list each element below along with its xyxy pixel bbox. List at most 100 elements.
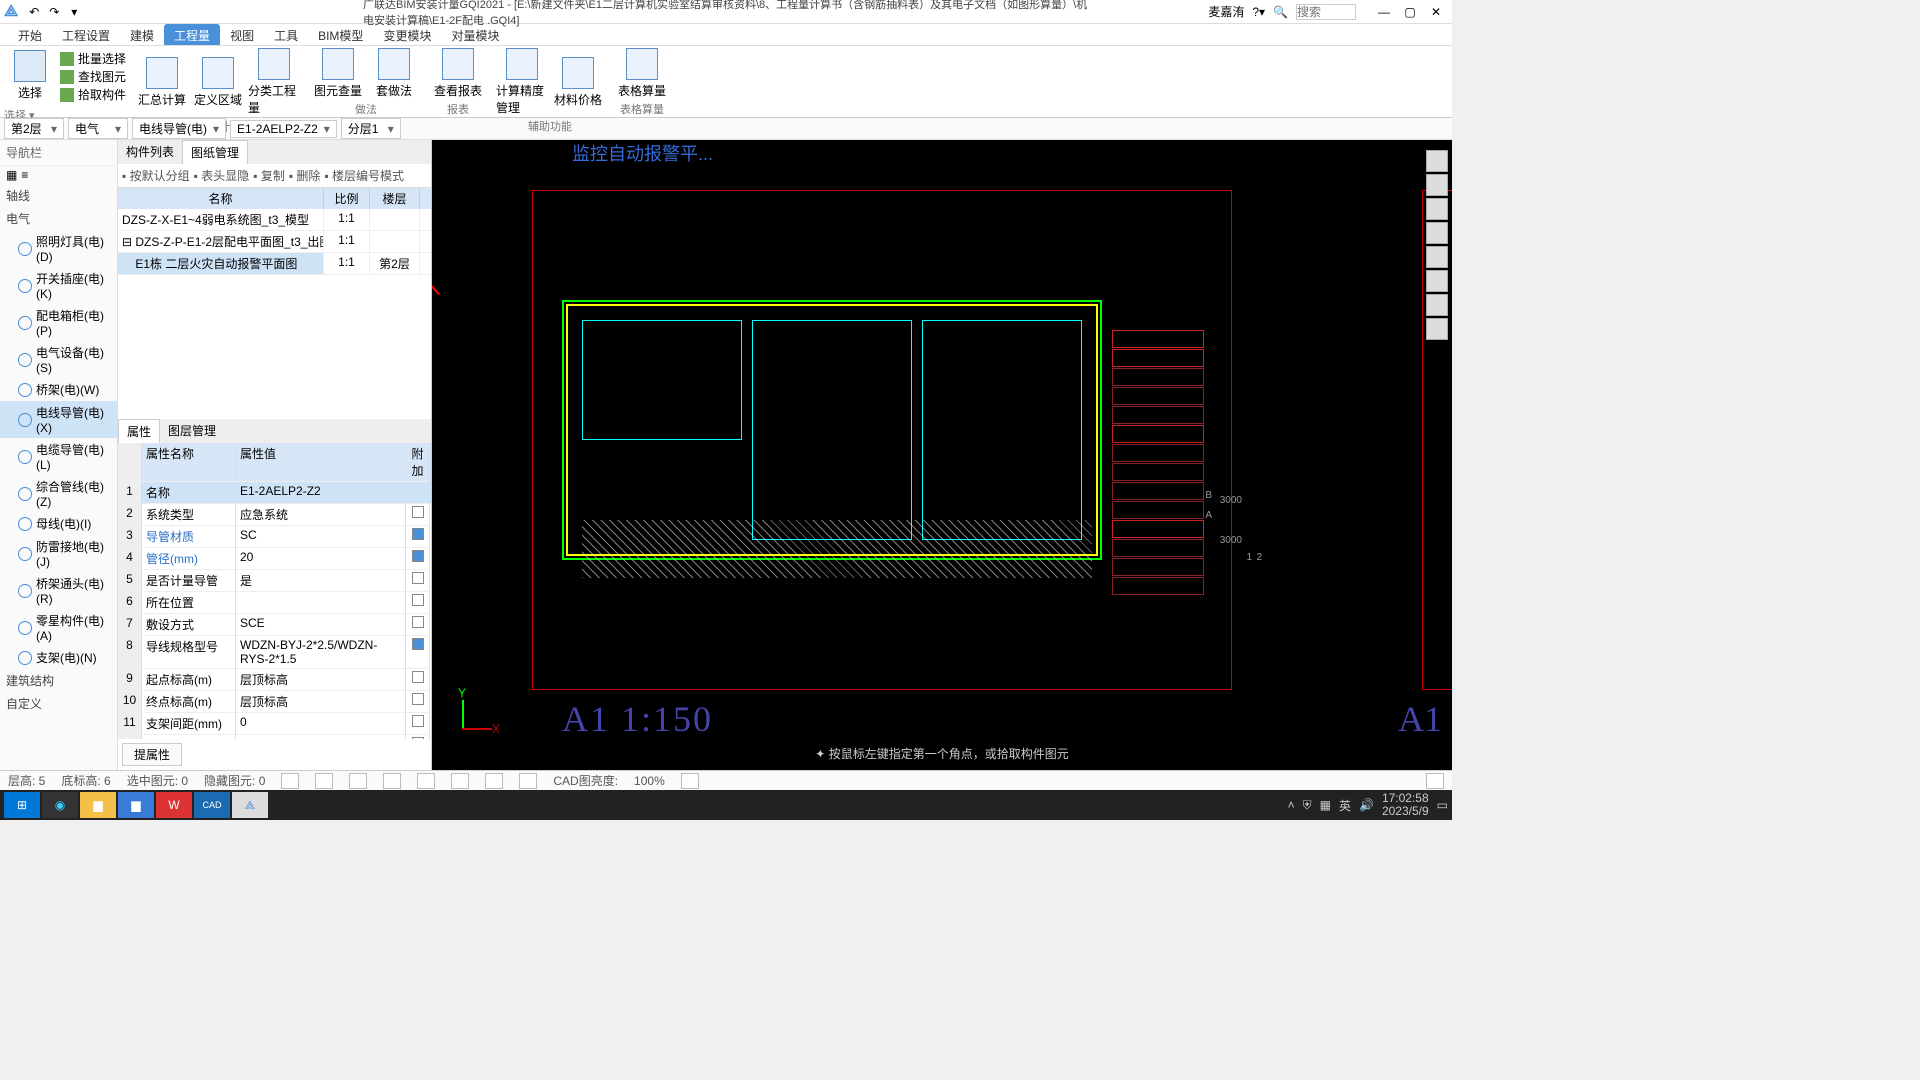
checkbox-icon[interactable] [412,671,424,683]
pick-element[interactable]: 拾取构件 [60,86,126,103]
status-tool-icon[interactable] [349,773,367,789]
status-tool-icon[interactable] [519,773,537,789]
property-row[interactable]: 12汇总信息电线导管(电) [118,735,431,739]
status-tool-icon[interactable] [281,773,299,789]
tab-model[interactable]: 建模 [120,24,164,45]
nav-tool2-icon[interactable]: ≡ [21,168,28,182]
cube-icon[interactable] [1426,150,1448,172]
drawing-row[interactable]: E1栋 二层火灾自动报警平面图1:1第2层 [118,253,431,275]
batch-select[interactable]: 批量选择 [60,50,126,67]
category-qty-button[interactable]: 分类工程量 [248,48,300,116]
find-element[interactable]: 查找图元 [60,68,126,85]
tray-notif-icon[interactable]: ▭ [1437,798,1448,812]
nav-item[interactable]: 配电箱柜(电)(P) [0,304,117,341]
search-input[interactable] [1296,4,1356,20]
report-button[interactable]: 查看报表 [432,48,484,99]
tab-project[interactable]: 工程设置 [52,24,120,45]
component-combo[interactable]: E1-2AELP2-Z2 [230,120,337,138]
gqi-icon[interactable]: ⟁ [232,792,268,818]
tray-ime-lang[interactable]: 英 [1339,797,1351,814]
nav-item[interactable]: 支架(电)(N) [0,646,117,669]
layer-combo[interactable]: 分层1 [341,118,401,139]
tray-clock[interactable]: 17:02:582023/5/9 [1382,792,1429,818]
qat-undo-icon[interactable]: ↶ [26,4,42,20]
tab-props[interactable]: 属性 [118,419,160,443]
nav-section-elec[interactable]: 电气 [0,207,117,230]
tray-vol-icon[interactable]: 🔊 [1359,798,1374,812]
nav-item[interactable]: 综合管线(电)(Z) [0,475,117,512]
nav-tool-icon[interactable]: ▦ [6,168,17,182]
property-row[interactable]: 4管径(mm)20 [118,548,431,570]
checkbox-icon[interactable] [412,594,424,606]
nav-section-custom[interactable]: 自定义 [0,692,117,715]
checkbox-icon[interactable] [412,506,424,518]
table-qty-button[interactable]: 表格算量 [616,48,668,99]
property-row[interactable]: 6所在位置 [118,592,431,614]
tab-quantity[interactable]: 工程量 [164,24,220,45]
element-query-button[interactable]: 图元查量 [312,48,364,99]
help-icon[interactable]: ?▾ [1252,5,1265,19]
close-icon[interactable]: ✕ [1424,5,1448,19]
floor-combo[interactable]: 第2层 [4,118,64,139]
header-toggle[interactable]: 表头显隐 [194,167,250,184]
checkbox-icon[interactable] [412,616,424,628]
nav-section-arch[interactable]: 建筑结构 [0,669,117,692]
drawing-row[interactable]: DZS-Z-X-E1~4弱电系统图_t3_模型1:1 [118,209,431,231]
maximize-icon[interactable]: ▢ [1398,5,1422,19]
copy-button[interactable]: 复制 [253,167,285,184]
edge-icon[interactable]: ◉ [42,792,78,818]
status-tool-icon[interactable] [417,773,435,789]
major-combo[interactable]: 电气 [68,118,128,139]
property-row[interactable]: 9起点标高(m)层顶标高 [118,669,431,691]
status-tool-icon[interactable] [315,773,333,789]
checkbox-icon[interactable] [412,638,424,650]
property-row[interactable]: 2系统类型应急系统 [118,504,431,526]
define-area-button[interactable]: 定义区域 [192,57,244,108]
tab-start[interactable]: 开始 [8,24,52,45]
qat-redo-icon[interactable]: ↷ [46,4,62,20]
nav-item[interactable]: 防雷接地(电)(J) [0,535,117,572]
price-button[interactable]: 材料价格 [552,57,604,108]
pan-icon[interactable] [1426,198,1448,220]
nav-item[interactable]: 电线导管(电)(X) [0,401,117,438]
start-button[interactable]: ⊞ [4,792,40,818]
checkbox-icon[interactable] [412,693,424,705]
tab-view[interactable]: 视图 [220,24,264,45]
cad-icon[interactable]: CAD [194,792,230,818]
select-button[interactable]: 选择 [4,50,56,103]
precision-button[interactable]: 计算精度管理 [496,48,548,116]
property-row[interactable]: 3导管材质SC [118,526,431,548]
property-row[interactable]: 11支架间距(mm)0 [118,713,431,735]
user-label[interactable]: 麦嘉洧 [1208,3,1244,20]
method-button[interactable]: 套做法 [368,48,420,99]
nav-item[interactable]: 零星构件(电)(A) [0,609,117,646]
layers-icon[interactable] [1426,270,1448,292]
nav-item[interactable]: 桥架通头(电)(R) [0,572,117,609]
explorer-icon[interactable]: ▆ [80,792,116,818]
grid-icon[interactable] [1426,294,1448,316]
delete-button[interactable]: 删除 [289,167,321,184]
property-row[interactable]: 8导线规格型号WDZN-BYJ-2*2.5/WDZN-RYS-2*1.5 [118,636,431,669]
orbit-icon[interactable] [1426,222,1448,244]
qat-save-icon[interactable]: ▾ [66,4,82,20]
nav-item[interactable]: 开关插座(电)(K) [0,267,117,304]
nav-item[interactable]: 母线(电)(I) [0,512,117,535]
tray-ime-icon[interactable]: ▦ [1320,798,1331,812]
nav-item[interactable]: 照明灯具(电)(D) [0,230,117,267]
minimize-icon[interactable]: — [1372,5,1396,19]
prompt-button[interactable]: 提属性 [122,743,182,766]
tab-drawings[interactable]: 图纸管理 [182,140,248,164]
drawing-row[interactable]: ⊟ DZS-Z-P-E1-2层配电平面图_t3_出图_模型1:1 [118,231,431,253]
tab-tools[interactable]: 工具 [264,24,308,45]
group-default[interactable]: 按默认分组 [122,167,190,184]
summary-calc-button[interactable]: 汇总计算 [136,57,188,108]
checkbox-icon[interactable] [412,550,424,562]
tray-shield-icon[interactable]: ⛨ [1303,798,1312,813]
zoom-icon[interactable] [1426,174,1448,196]
notepad-icon[interactable]: ▆ [118,792,154,818]
status-tool-icon[interactable] [383,773,401,789]
tray-up-icon[interactable]: ˄ [1288,798,1295,812]
checkbox-icon[interactable] [412,715,424,727]
nav-item[interactable]: 桥架(电)(W) [0,378,117,401]
checkbox-icon[interactable] [412,528,424,540]
